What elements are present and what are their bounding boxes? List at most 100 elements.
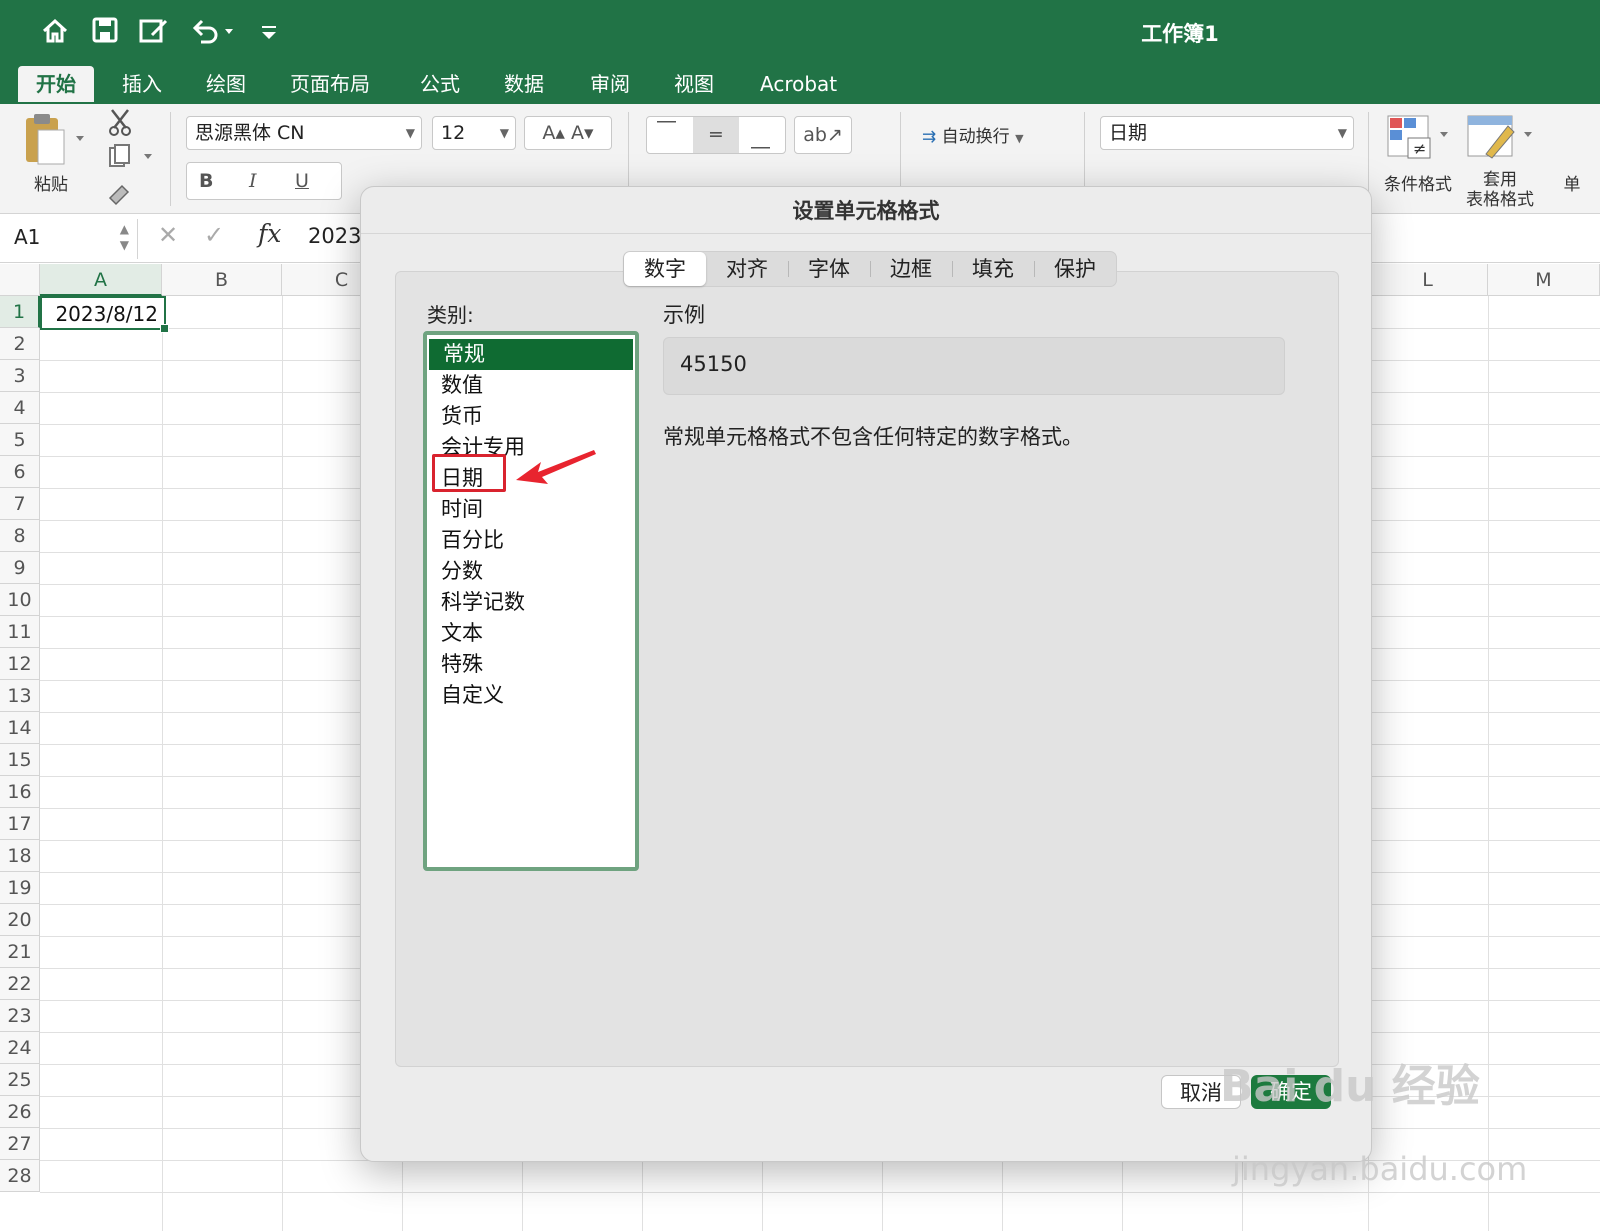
- column-header-b[interactable]: B: [162, 264, 282, 296]
- watermark-brand: Bai du 经验: [1220, 1061, 1480, 1112]
- row-header[interactable]: 5: [0, 424, 40, 456]
- row-header[interactable]: 2: [0, 328, 40, 360]
- format-painter-icon[interactable]: [106, 178, 134, 210]
- category-currency[interactable]: 货币: [427, 401, 635, 432]
- tab-font[interactable]: 字体: [788, 252, 870, 286]
- font-name-select[interactable]: 思源黑体 CN ▼: [186, 116, 422, 150]
- row-header[interactable]: 20: [0, 904, 40, 936]
- font-size-value: 12: [441, 122, 466, 144]
- tab-insert[interactable]: 插入: [104, 66, 180, 102]
- conditional-format-icon[interactable]: ≠: [1386, 114, 1452, 166]
- row-header[interactable]: 24: [0, 1032, 40, 1064]
- wrap-text-button[interactable]: ⇉ 自动换行 ▼: [922, 122, 1024, 147]
- home-icon[interactable]: [38, 16, 72, 50]
- row-header[interactable]: 10: [0, 584, 40, 616]
- edit-icon[interactable]: [136, 16, 172, 50]
- number-format-select[interactable]: 日期 ▼: [1100, 116, 1354, 150]
- category-general[interactable]: 常规: [429, 339, 633, 370]
- tab-home[interactable]: 开始: [18, 66, 94, 102]
- bold-button[interactable]: B: [199, 163, 213, 199]
- table-format-icon[interactable]: [1466, 114, 1536, 166]
- tab-fill[interactable]: 填充: [952, 252, 1034, 286]
- tab-formulas[interactable]: 公式: [402, 66, 478, 102]
- row-header[interactable]: 26: [0, 1096, 40, 1128]
- column-header-a[interactable]: A: [40, 264, 162, 296]
- font-size-select[interactable]: 12 ▼: [432, 116, 516, 150]
- row-header[interactable]: 13: [0, 680, 40, 712]
- column-header-m[interactable]: M: [1488, 264, 1600, 296]
- row-header[interactable]: 15: [0, 744, 40, 776]
- row-header[interactable]: 28: [0, 1160, 40, 1192]
- decrease-font-icon[interactable]: A▾: [571, 122, 594, 144]
- number-format-value: 日期: [1109, 122, 1148, 144]
- category-time[interactable]: 时间: [427, 494, 635, 525]
- category-list[interactable]: 常规 数值 货币 会计专用 日期 时间 百分比 分数 科学记数 文本 特殊 自定…: [423, 331, 639, 871]
- format-description: 常规单元格格式不包含任何特定的数字格式。: [663, 425, 1083, 449]
- row-header[interactable]: 18: [0, 840, 40, 872]
- tab-alignment[interactable]: 对齐: [706, 252, 788, 286]
- save-icon[interactable]: [88, 16, 122, 50]
- stepper-icon[interactable]: ▲ ▼: [120, 221, 129, 253]
- name-box[interactable]: A1 ▲ ▼: [0, 219, 138, 259]
- row-header[interactable]: 17: [0, 808, 40, 840]
- chevron-down-icon: ▼: [1015, 132, 1024, 145]
- tab-protection[interactable]: 保护: [1034, 252, 1116, 286]
- align-top-icon[interactable]: ⎺: [657, 119, 676, 141]
- sample-preview: 45150: [663, 337, 1285, 395]
- category-text[interactable]: 文本: [427, 618, 635, 649]
- tab-number[interactable]: 数字: [624, 252, 706, 286]
- tab-acrobat[interactable]: Acrobat: [742, 66, 855, 102]
- row-header[interactable]: 9: [0, 552, 40, 584]
- category-scientific[interactable]: 科学记数: [427, 587, 635, 618]
- row-header[interactable]: 19: [0, 872, 40, 904]
- align-middle-icon[interactable]: ═: [693, 117, 739, 153]
- row-header[interactable]: 21: [0, 936, 40, 968]
- tab-review[interactable]: 审阅: [572, 66, 648, 102]
- column-header-l[interactable]: L: [1368, 264, 1488, 296]
- row-header[interactable]: 7: [0, 488, 40, 520]
- copy-icon[interactable]: [108, 144, 154, 174]
- tab-border[interactable]: 边框: [870, 252, 952, 286]
- category-fraction[interactable]: 分数: [427, 556, 635, 587]
- tab-view[interactable]: 视图: [656, 66, 732, 102]
- cell-a1[interactable]: 2023/8/12: [40, 296, 169, 333]
- row-header[interactable]: 25: [0, 1064, 40, 1096]
- undo-icon[interactable]: [188, 16, 240, 50]
- row-header[interactable]: 1: [0, 296, 40, 328]
- select-all-corner[interactable]: [0, 264, 40, 296]
- orientation-icon: ab↗: [803, 124, 843, 146]
- confirm-edit-icon[interactable]: ✓: [204, 221, 224, 249]
- row-header[interactable]: 6: [0, 456, 40, 488]
- category-custom[interactable]: 自定义: [427, 680, 635, 711]
- row-header[interactable]: 3: [0, 360, 40, 392]
- workbook-title: 工作簿1: [1141, 22, 1219, 46]
- row-header[interactable]: 16: [0, 776, 40, 808]
- row-header[interactable]: 12: [0, 648, 40, 680]
- insert-function-icon[interactable]: fx: [258, 219, 281, 248]
- category-percentage[interactable]: 百分比: [427, 525, 635, 556]
- underline-button[interactable]: U: [295, 163, 309, 199]
- row-header[interactable]: 4: [0, 392, 40, 424]
- align-bottom-icon[interactable]: ⎽: [751, 127, 770, 149]
- cancel-edit-icon[interactable]: ✕: [158, 221, 178, 249]
- italic-button[interactable]: I: [249, 163, 257, 199]
- customize-toolbar-icon[interactable]: [256, 16, 282, 50]
- row-header[interactable]: 23: [0, 1000, 40, 1032]
- font-size-grow-shrink[interactable]: A▴ A▾: [524, 116, 612, 150]
- increase-font-icon[interactable]: A▴: [542, 122, 565, 144]
- category-special[interactable]: 特殊: [427, 649, 635, 680]
- dialog-title: 设置单元格格式: [792, 199, 940, 223]
- column-line: [162, 296, 163, 1231]
- tab-page-layout[interactable]: 页面布局: [272, 66, 388, 102]
- row-header[interactable]: 11: [0, 616, 40, 648]
- cut-icon[interactable]: [106, 108, 134, 140]
- row-header[interactable]: 27: [0, 1128, 40, 1160]
- row-header[interactable]: 14: [0, 712, 40, 744]
- row-header[interactable]: 22: [0, 968, 40, 1000]
- paste-icon[interactable]: [20, 112, 90, 172]
- category-number[interactable]: 数值: [427, 370, 635, 401]
- text-orientation-button[interactable]: ab↗: [794, 116, 852, 154]
- tab-data[interactable]: 数据: [486, 66, 562, 102]
- row-header[interactable]: 8: [0, 520, 40, 552]
- tab-draw[interactable]: 绘图: [188, 66, 264, 102]
